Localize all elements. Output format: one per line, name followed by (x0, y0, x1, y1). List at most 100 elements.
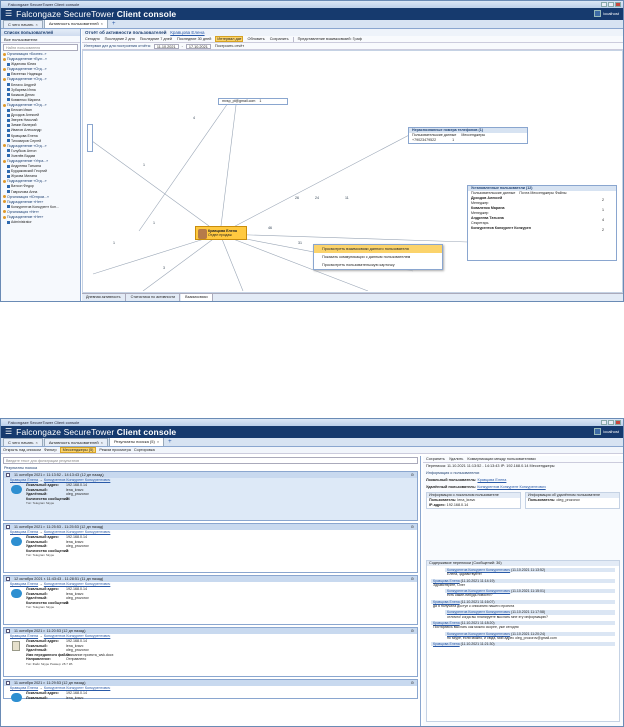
select-checkbox[interactable] (6, 629, 10, 633)
relations-graph[interactable]: mvsp_pl@gmail.com 1 Нераспознанные номер… (82, 50, 623, 293)
close-tab-icon[interactable]: × (101, 20, 103, 28)
from-user-link[interactable]: Кравцова Елена (10, 582, 38, 586)
add-tab-button[interactable]: + (109, 20, 119, 28)
tab-user-activity[interactable]: Активность пользователей × (43, 438, 108, 447)
message-author-link[interactable]: Конкурентов Конкурент Конкурентович (447, 632, 510, 636)
result-type-tag: Тип: Telegram Skype (26, 605, 55, 610)
maximize-button[interactable] (608, 2, 614, 7)
phone-row[interactable]: +79023479522 1 (409, 138, 527, 143)
identified-user-row[interactable]: Конкурентов Конкурент Конкурен 2 (468, 226, 616, 236)
email-node[interactable]: mvsp_pl@gmail.com 1 (218, 98, 288, 105)
close-tab-icon[interactable]: × (36, 439, 38, 447)
save-button[interactable]: Сохранить (426, 457, 445, 461)
tab-start[interactable]: С чего начать × (3, 438, 43, 446)
user-search-input[interactable]: Найти пользователя (3, 44, 78, 51)
expand-icon[interactable]: ⊙ (411, 576, 414, 582)
result-card[interactable]: 11 октября 2021 г. 11:20:53 (12 дн назад… (3, 627, 418, 677)
delete-button[interactable]: Удалить (449, 457, 464, 461)
from-user-link[interactable]: Кравцова Елена (10, 478, 38, 482)
close-tab-icon[interactable]: × (101, 439, 103, 447)
to-user-link[interactable]: Конкурентов Конкурент Конкурентович (44, 634, 111, 638)
add-tab-button[interactable]: + (165, 438, 175, 446)
results-filter-input[interactable]: Введите текст для фильтрации результатов (3, 457, 418, 464)
from-user-link[interactable]: Кравцова Елена (10, 686, 38, 690)
result-card[interactable]: 11 октября 2021 г. 11:25:53 - 11:25:53 (… (3, 523, 418, 573)
select-checkbox[interactable] (6, 473, 10, 477)
to-user-link[interactable]: Конкурентов Конкурент Конкурентович (44, 478, 111, 482)
select-checkbox[interactable] (6, 525, 10, 529)
to-user-link[interactable]: Конкурентов Конкурент Конкурентович (44, 530, 111, 534)
expand-icon[interactable]: ⊙ (411, 628, 414, 634)
from-user-link[interactable]: Кравцова Елена (10, 634, 38, 638)
minimize-button[interactable] (601, 2, 607, 7)
last-30-days-button[interactable]: Последние 30 дней (176, 37, 212, 41)
open-list-button[interactable]: Открыть над списком (3, 448, 41, 452)
phones-card[interactable]: Нераспознанные номера телефонов (1) Поль… (408, 127, 528, 144)
tree-label: Хмелёв Вадим (11, 153, 36, 158)
local-user-link[interactable]: Кравцова Елена (477, 478, 506, 482)
to-user-link[interactable]: Конкурентов Конкурент Конкурентович (44, 686, 111, 690)
identified-user-row[interactable]: Андреева Татьяна Секретарь 4 (468, 216, 616, 226)
message-author-link[interactable]: Кравцова Елена (433, 642, 460, 646)
collapsed-node[interactable] (87, 124, 93, 152)
expand-icon[interactable]: ⊙ (411, 680, 414, 686)
detail-panel: Сохранить Удалить Коммуникации между пол… (423, 456, 623, 726)
tab-start[interactable]: С чего начать × (3, 20, 43, 28)
close-button[interactable] (615, 2, 621, 7)
preview-mode-toggle[interactable]: Режим просмотра (99, 448, 131, 452)
tab-user-activity[interactable]: Активность пользователей × (43, 19, 108, 28)
result-card[interactable]: 12 октября 2021 г. 11:43:43 - 11:28:51 (… (3, 575, 418, 625)
expand-icon[interactable]: ⊙ (411, 472, 414, 478)
tab-daily-activity[interactable]: Дневная активность (82, 294, 126, 301)
select-checkbox[interactable] (6, 681, 10, 685)
tab-activity-stats[interactable]: Статистика по активности (127, 294, 181, 301)
messengers-filter-button[interactable]: Мессенджеры (5) (59, 447, 97, 453)
tab-search-results[interactable]: Результаты поиска (5) × (108, 437, 165, 446)
date-interval-button[interactable]: Интервал дат (215, 36, 244, 42)
refresh-button[interactable]: Обновить (246, 37, 265, 41)
close-tab-icon[interactable]: × (36, 21, 38, 29)
identified-user-row[interactable]: Дроздов Алексей Менеджер 2 (468, 196, 616, 206)
tree-user[interactable]: Administrator (3, 220, 80, 225)
to-user-link[interactable]: Конкурентов Конкурент Конкурентович (44, 582, 111, 586)
maximize-button[interactable] (608, 420, 614, 425)
last-2-days-button[interactable]: Последние 2 дня (104, 37, 136, 41)
hamburger-menu-icon[interactable]: ☰ (5, 8, 12, 20)
from-user-link[interactable]: Кравцова Елена (10, 530, 38, 534)
close-tab-icon[interactable]: × (157, 438, 159, 446)
result-card[interactable]: 11 октября 2021 г. 11:29:53 (12 дн назад… (3, 679, 418, 702)
menu-show-communications[interactable]: Показать коммуникации с данным пользоват… (314, 253, 442, 261)
result-card[interactable]: 11 октября 2021 г. 11:13:52 - 14:13:43 (… (3, 471, 418, 521)
view-mode-select[interactable]: Представление взаимосвязей: Граф (297, 37, 363, 41)
host-indicator[interactable]: localhost (594, 10, 619, 17)
message-author-link[interactable]: Кравцова Елена (433, 579, 460, 583)
menu-view-user-card[interactable]: Просмотреть пользовательскую карточку (314, 261, 442, 269)
tab-relations[interactable]: Взаимосвязи (181, 294, 213, 301)
center-user-node[interactable]: Кравцова Елена Отдел продаж (195, 226, 247, 240)
date-from-input[interactable]: 11.10.2021 (153, 43, 179, 49)
select-checkbox[interactable] (6, 577, 10, 581)
today-button[interactable]: Сегодня (84, 37, 101, 41)
users-filter-select[interactable]: Все пользователи (1, 36, 80, 43)
host-indicator[interactable]: localhost (594, 428, 619, 435)
remote-user-link[interactable]: Конкурентов Конкурент Конкурентович (477, 485, 546, 489)
message-author-link[interactable]: Конкурентов Конкурент Конкурентович (447, 610, 510, 614)
expand-icon[interactable]: ⊙ (411, 524, 414, 530)
user-icon (7, 98, 10, 102)
close-button[interactable] (615, 420, 621, 425)
build-report-button[interactable]: Построить отчёт (214, 44, 245, 48)
minimize-button[interactable] (601, 420, 607, 425)
result-header: 11 октября 2021 г. 11:29:53 (12 дн назад… (4, 680, 417, 686)
identified-users-card[interactable]: Установленные пользователи (12) Пользова… (467, 185, 617, 261)
identified-user-row[interactable]: Коваленко Марина Менеджер 1 (468, 206, 616, 216)
communications-button[interactable]: Коммуникации между пользователями (467, 457, 535, 461)
hamburger-menu-icon[interactable]: ☰ (5, 426, 12, 438)
detail-value: 192.168.0.14 (66, 587, 87, 591)
menu-view-relations[interactable]: Просмотреть взаимосвязи данного пользова… (314, 245, 442, 253)
save-button[interactable]: Сохранить (269, 37, 290, 41)
sort-button[interactable]: Сортировка (134, 448, 155, 452)
date-to-input[interactable]: 17.10.2021 (185, 43, 211, 49)
filter-button[interactable]: Фильтр (44, 448, 57, 452)
report-user-link[interactable]: Кравцова Елена (170, 30, 204, 35)
last-7-days-button[interactable]: Последние 7 дней (139, 37, 173, 41)
